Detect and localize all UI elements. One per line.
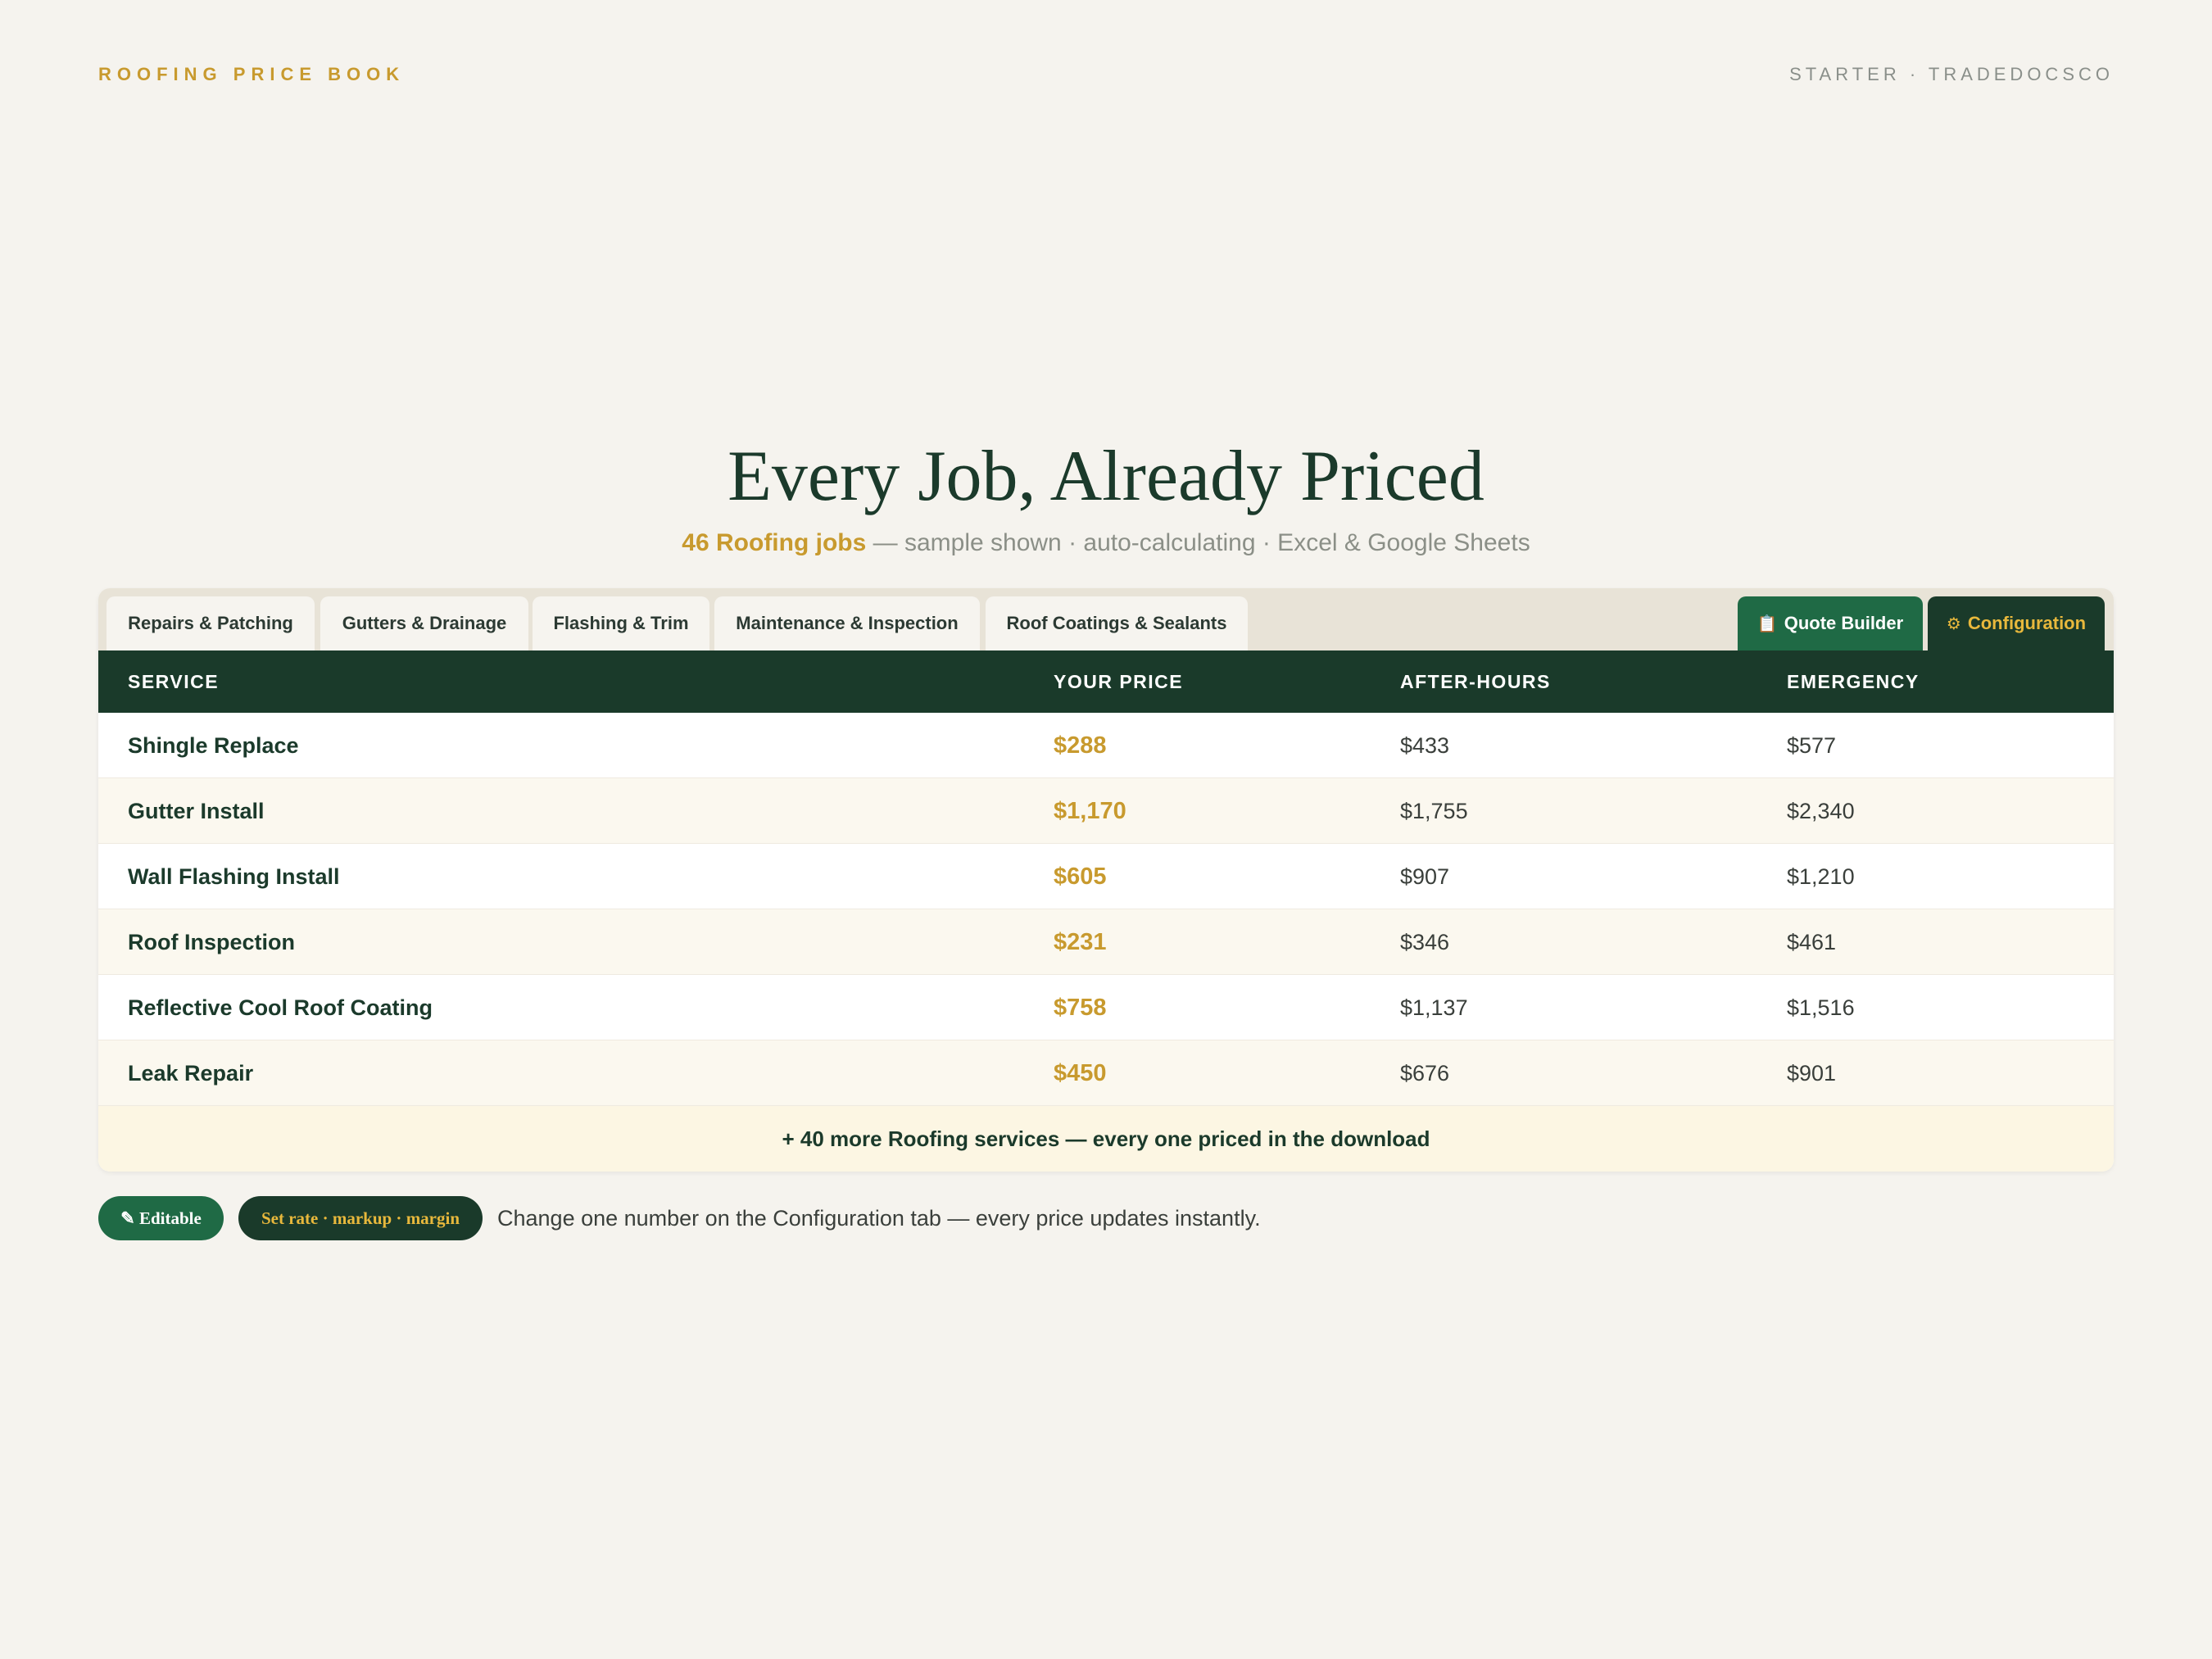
page-title: Every Job, Already Priced — [728, 437, 1484, 516]
quote-builder-label: Quote Builder — [1784, 613, 1904, 633]
category-tabs: Repairs & Patching Gutters & Drainage Fl… — [98, 588, 2114, 650]
tab-repairs-patching[interactable]: Repairs & Patching — [107, 596, 315, 650]
after-hours-price: $1,137 — [1400, 995, 1468, 1020]
emergency-price: $461 — [1787, 930, 1837, 954]
column-header-your-price: YOUR PRICE — [1054, 671, 1184, 692]
subtitle-text: — sample shown · auto-calculating · Exce… — [866, 529, 1530, 556]
table-row: Gutter Install $1,170 $1,755 $2,340 — [98, 778, 2114, 844]
configuration-label: Configuration — [1967, 613, 2087, 633]
table-row: Wall Flashing Install $605 $907 $1,210 — [98, 844, 2114, 909]
emergency-price: $577 — [1787, 733, 1837, 758]
tab-roof-coatings-sealants[interactable]: Roof Coatings & Sealants — [986, 596, 1248, 650]
column-header-emergency: EMERGENCY — [1787, 671, 1920, 692]
set-rate-badge: Set rate · markup · margin — [238, 1196, 483, 1240]
tab-maintenance-inspection[interactable]: Maintenance & Inspection — [714, 596, 980, 650]
table-row: Reflective Cool Roof Coating $758 $1,137… — [98, 975, 2114, 1040]
service-name: Gutter Install — [128, 799, 265, 823]
your-price: $1,170 — [1054, 798, 1126, 824]
brand-label: ROOFING PRICE BOOK — [98, 64, 406, 84]
table-row: Shingle Replace $288 $433 $577 — [98, 713, 2114, 778]
service-name: Wall Flashing Install — [128, 864, 340, 889]
table-header: SERVICE YOUR PRICE AFTER-HOURS EMERGENCY — [98, 650, 2114, 713]
after-hours-price: $1,755 — [1400, 799, 1468, 823]
table-row: Leak Repair $450 $676 $901 — [98, 1040, 2114, 1106]
column-header-after-hours: AFTER-HOURS — [1400, 671, 1551, 692]
after-hours-price: $346 — [1400, 930, 1450, 954]
tab-gutters-drainage[interactable]: Gutters & Drainage — [320, 596, 528, 650]
table-row: Roof Inspection $231 $346 $461 — [98, 909, 2114, 975]
emergency-price: $1,516 — [1787, 995, 1855, 1020]
service-name: Shingle Replace — [128, 733, 299, 758]
configuration-button[interactable]: ⚙ Configuration — [1928, 596, 2105, 650]
your-price: $758 — [1054, 995, 1107, 1021]
emergency-price: $2,340 — [1787, 799, 1855, 823]
gear-icon: ⚙ — [1946, 614, 1961, 633]
service-name: Roof Inspection — [128, 930, 295, 954]
quote-builder-button[interactable]: 📋 Quote Builder — [1738, 596, 1923, 650]
after-hours-price: $433 — [1400, 733, 1450, 758]
tab-flashing-trim[interactable]: Flashing & Trim — [533, 596, 709, 650]
emergency-price: $901 — [1787, 1061, 1837, 1086]
job-count: 46 Roofing jobs — [682, 529, 867, 556]
your-price: $605 — [1054, 863, 1107, 890]
after-hours-price: $676 — [1400, 1061, 1450, 1086]
price-table-card: Repairs & Patching Gutters & Drainage Fl… — [98, 588, 2114, 1172]
page-subtitle: 46 Roofing jobs — sample shown · auto-ca… — [0, 529, 2212, 557]
more-services-banner: + 40 more Roofing services — every one p… — [98, 1106, 2114, 1172]
service-name: Reflective Cool Roof Coating — [128, 995, 433, 1020]
your-price: $450 — [1054, 1060, 1107, 1086]
your-price: $288 — [1054, 732, 1107, 759]
column-header-service: SERVICE — [128, 671, 220, 692]
service-name: Leak Repair — [128, 1061, 254, 1086]
your-price: $231 — [1054, 929, 1107, 955]
editable-badge: ✎ Editable — [98, 1196, 224, 1240]
clipboard-icon: 📋 — [1756, 614, 1778, 633]
emergency-price: $1,210 — [1787, 864, 1855, 889]
edition-label: STARTER · TRADEDOCSCO — [1789, 64, 2114, 84]
configuration-note: Change one number on the Configuration t… — [497, 1206, 1261, 1231]
after-hours-price: $907 — [1400, 864, 1450, 889]
